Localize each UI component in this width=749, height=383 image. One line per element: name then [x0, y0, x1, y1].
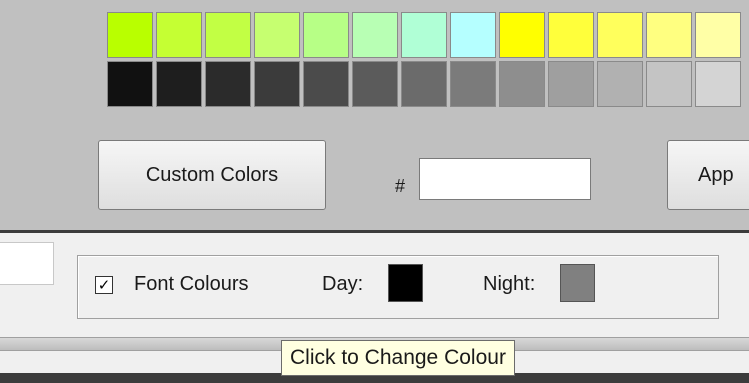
preview-box	[0, 242, 54, 285]
colour-palette-panel: Custom Colors # App	[0, 0, 749, 233]
top-swatch-8[interactable]	[450, 12, 496, 58]
top-swatch-12[interactable]	[646, 12, 692, 58]
bottom-swatch-8[interactable]	[450, 61, 496, 107]
top-swatch-11[interactable]	[597, 12, 643, 58]
day-colour-swatch[interactable]	[388, 264, 423, 302]
apply-button[interactable]: App	[667, 140, 749, 210]
top-swatch-9[interactable]	[499, 12, 545, 58]
night-colour-swatch[interactable]	[560, 264, 595, 302]
bottom-swatch-10[interactable]	[548, 61, 594, 107]
font-colours-group: ✓ Font Colours Day: Night:	[77, 255, 719, 319]
settings-panel: ✓ Font Colours Day: Night: Click to Chan…	[0, 233, 749, 383]
top-swatch-5[interactable]	[303, 12, 349, 58]
bottom-swatch-5[interactable]	[303, 61, 349, 107]
swatch-row-bottom	[107, 61, 741, 107]
bottom-swatch-4[interactable]	[254, 61, 300, 107]
bottom-swatch-9[interactable]	[499, 61, 545, 107]
bottom-swatch-13[interactable]	[695, 61, 741, 107]
top-swatch-10[interactable]	[548, 12, 594, 58]
night-label: Night:	[483, 273, 536, 295]
bottom-swatch-2[interactable]	[156, 61, 202, 107]
top-swatch-13[interactable]	[695, 12, 741, 58]
bottom-swatch-1[interactable]	[107, 61, 153, 107]
bottom-swatch-6[interactable]	[352, 61, 398, 107]
top-swatch-2[interactable]	[156, 12, 202, 58]
top-swatch-7[interactable]	[401, 12, 447, 58]
top-swatch-4[interactable]	[254, 12, 300, 58]
bottom-swatch-3[interactable]	[205, 61, 251, 107]
top-swatch-1[interactable]	[107, 12, 153, 58]
top-swatch-6[interactable]	[352, 12, 398, 58]
tooltip: Click to Change Colour	[281, 340, 515, 376]
day-label: Day:	[322, 273, 364, 295]
font-colours-label: Font Colours	[134, 273, 249, 295]
font-colours-checkbox[interactable]: ✓	[95, 276, 113, 294]
hex-prefix-label: #	[395, 176, 406, 196]
hex-colour-input[interactable]	[419, 158, 591, 200]
swatch-row-top	[107, 12, 741, 58]
bottom-swatch-11[interactable]	[597, 61, 643, 107]
bottom-swatch-7[interactable]	[401, 61, 447, 107]
bottom-swatch-12[interactable]	[646, 61, 692, 107]
custom-colors-button[interactable]: Custom Colors	[98, 140, 326, 210]
top-swatch-3[interactable]	[205, 12, 251, 58]
